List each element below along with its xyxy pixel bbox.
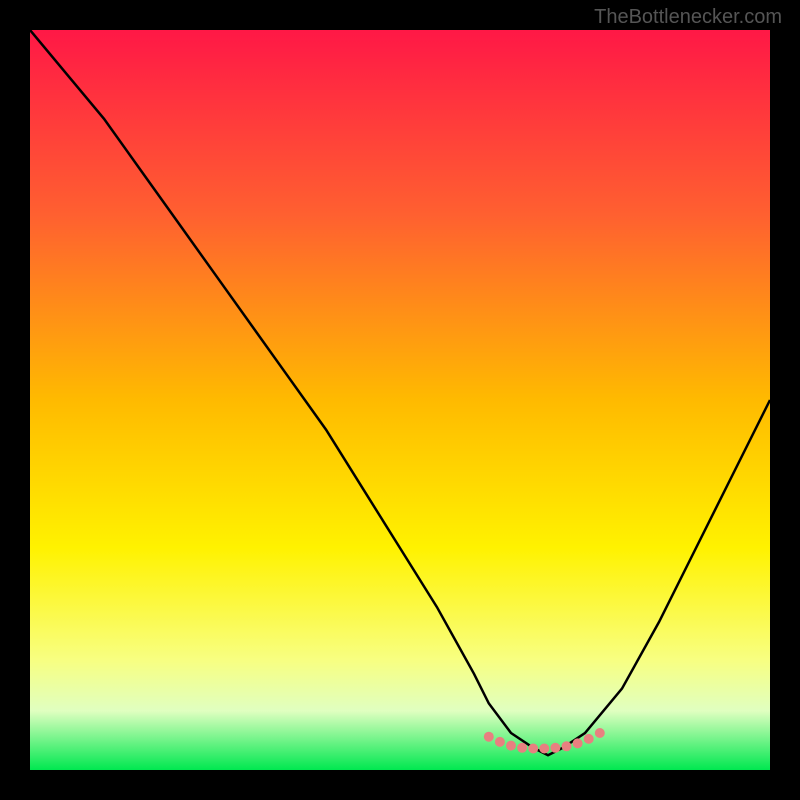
marker-dot xyxy=(528,744,538,754)
marker-dot xyxy=(595,728,605,738)
marker-dot xyxy=(550,743,560,753)
marker-dot xyxy=(517,743,527,753)
marker-dot xyxy=(539,744,549,754)
watermark-text: TheBottlenecker.com xyxy=(594,6,782,29)
marker-dot xyxy=(495,737,505,747)
marker-dot xyxy=(573,738,583,748)
chart-area xyxy=(30,30,770,770)
bottleneck-chart xyxy=(30,30,770,770)
marker-dot xyxy=(506,741,516,751)
marker-dot xyxy=(562,741,572,751)
gradient-background xyxy=(30,30,770,770)
marker-dot xyxy=(584,734,594,744)
marker-dot xyxy=(484,732,494,742)
